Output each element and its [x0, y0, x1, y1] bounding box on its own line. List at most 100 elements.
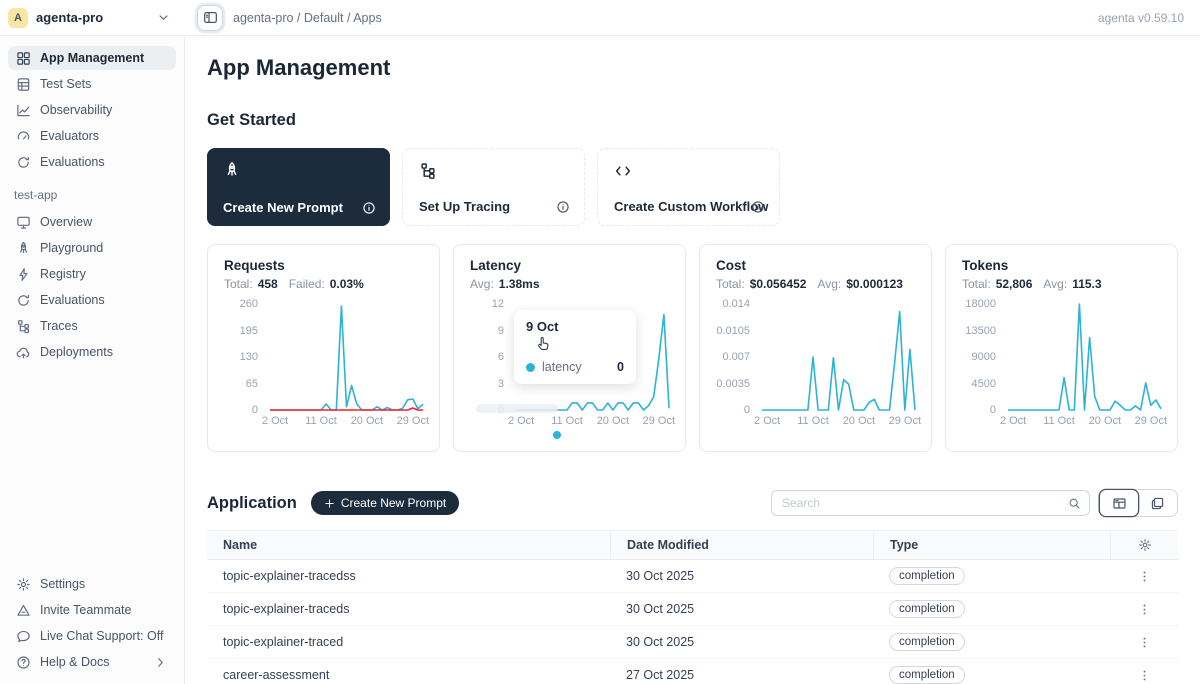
column-type: Type [873, 531, 1110, 559]
chart-stats: Total:458Failed:0.03% [224, 277, 423, 291]
y-tick: 0 [252, 404, 258, 416]
table-row[interactable]: topic-explainer-traceds 30 Oct 2025 comp… [207, 593, 1178, 626]
stat-value: 115.3 [1072, 277, 1101, 291]
sidebar-item-label: Invite Teammate [40, 603, 131, 617]
type-badge: completion [889, 633, 965, 651]
sidebar-item-settings[interactable]: Settings [8, 572, 176, 596]
y-tick: 9000 [972, 351, 996, 363]
set-up-tracing-card[interactable]: Set Up Tracing [402, 148, 585, 226]
sidebar-item-traces[interactable]: Traces [8, 314, 176, 338]
stat-label: Total: [962, 277, 991, 291]
table-row[interactable]: topic-explainer-traced 30 Oct 2025 compl… [207, 626, 1178, 659]
row-menu-button[interactable] [1132, 568, 1157, 585]
sidebar-item-evaluations[interactable]: Evaluations [8, 150, 176, 174]
sidebar-item-app-management[interactable]: App Management [8, 46, 176, 70]
create-new-prompt-card[interactable]: Create New Prompt [207, 148, 390, 226]
mouse-cursor-icon [536, 336, 552, 358]
column-settings[interactable] [1110, 531, 1178, 559]
table-row[interactable]: topic-explainer-tracedss 30 Oct 2025 com… [207, 560, 1178, 593]
y-tick: 9 [498, 325, 504, 337]
sidebar-item-overview[interactable]: Overview [8, 210, 176, 234]
x-axis: 2 Oct11 Oct20 Oct29 Oct [762, 415, 915, 431]
sidebar-item-evaluations[interactable]: Evaluations [8, 288, 176, 312]
gear-icon [16, 577, 31, 592]
chart-line-svg [1008, 304, 1161, 410]
sidebar-item-playground[interactable]: Playground [8, 236, 176, 260]
stat-label: Failed: [289, 277, 325, 291]
metrics-charts-row: Requests Total:458Failed:0.03% 260195130… [207, 244, 1178, 452]
tooltip-series-name: latency [542, 360, 582, 374]
sidebar-collapse-button[interactable] [197, 5, 223, 31]
get-started-cards: Create New Prompt Set Up Tracing Create … [207, 148, 1178, 226]
sidebar-item-label: Evaluators [40, 129, 99, 143]
create-new-prompt-button[interactable]: Create New Prompt [311, 491, 459, 515]
y-tick: 0.007 [722, 351, 750, 363]
stat-label: Avg: [1043, 277, 1067, 291]
type-badge: completion [889, 666, 965, 684]
applications-table: Name Date Modified Type topic-explainer-… [207, 530, 1178, 684]
sidebar-item-deployments[interactable]: Deployments [8, 340, 176, 364]
chevron-down-icon [156, 10, 171, 25]
search-input[interactable] [782, 496, 1068, 510]
search-box [771, 490, 1090, 516]
card-label: Set Up Tracing [419, 199, 510, 214]
sidebar-item-label: App Management [40, 51, 144, 65]
stat-label: Avg: [470, 277, 494, 291]
sidebar-item-live-chat-support-off[interactable]: Live Chat Support: Off [8, 624, 176, 648]
stat-value: 458 [258, 277, 278, 291]
info-icon[interactable] [751, 200, 765, 214]
row-menu-button[interactable] [1132, 601, 1157, 618]
gauge-icon [16, 129, 31, 144]
sidebar-item-label: Registry [40, 267, 86, 281]
table-view-button[interactable] [1100, 490, 1138, 516]
chart-body: 129630 2 Oct11 Oct20 Oct29 Oct 9 Oct lat… [470, 304, 669, 431]
chart-title: Latency [470, 258, 669, 273]
y-axis: 0.0140.01050.0070.00350 [716, 304, 752, 410]
table-row[interactable]: career-assessment 27 Oct 2025 completion [207, 659, 1178, 684]
observability-icon [16, 103, 31, 118]
sidebar-item-evaluators[interactable]: Evaluators [8, 124, 176, 148]
chart-body: 1800013500900045000 2 Oct11 Oct20 Oct29 … [962, 304, 1161, 431]
org-selector[interactable]: A agenta-pro [0, 8, 185, 28]
y-tick: 65 [246, 378, 258, 390]
chart-title: Requests [224, 258, 423, 273]
info-icon[interactable] [556, 200, 570, 214]
chart-title: Tokens [962, 258, 1161, 273]
y-tick: 130 [240, 351, 258, 363]
sidebar-item-label: Help & Docs [40, 655, 109, 669]
table-view-icon [1112, 496, 1127, 511]
application-header: Application Create New Prompt [207, 489, 1178, 517]
sidebar-item-label: Deployments [40, 345, 113, 359]
rocket-icon [223, 161, 241, 179]
sidebar-item-observability[interactable]: Observability [8, 98, 176, 122]
y-tick: 6 [498, 351, 504, 363]
rocket-icon [16, 241, 31, 256]
x-tick: 29 Oct [397, 415, 429, 427]
sidebar-item-registry[interactable]: Registry [8, 262, 176, 286]
card-view-button[interactable] [1138, 490, 1176, 516]
stat-label: Total: [716, 277, 745, 291]
help-icon [16, 655, 31, 670]
x-axis: 2 Oct11 Oct20 Oct29 Oct [516, 415, 669, 431]
date-modified: 30 Oct 2025 [610, 602, 873, 616]
x-axis: 2 Oct11 Oct20 Oct29 Oct [270, 415, 423, 431]
row-menu-button[interactable] [1132, 667, 1157, 684]
y-tick: 3 [498, 378, 504, 390]
sidebar-item-invite-teammate[interactable]: Invite Teammate [8, 598, 176, 622]
sidebar-item-help-docs[interactable]: Help & Docs [8, 650, 176, 674]
create-custom-workflow-card[interactable]: Create Custom Workflow [597, 148, 780, 226]
sidebar-group-label: test-app [14, 188, 176, 202]
x-tick: 29 Oct [643, 415, 675, 427]
x-tick: 2 Oct [754, 415, 780, 427]
metric-card-latency: Latency Avg:1.38ms 129630 2 Oct11 Oct20 … [453, 244, 686, 452]
sidebar-item-label: Evaluations [40, 293, 105, 307]
info-icon[interactable] [362, 201, 376, 215]
chart-plot: 2 Oct11 Oct20 Oct29 Oct [1008, 304, 1161, 431]
sidebar-item-label: Settings [40, 577, 85, 591]
card-label: Create New Prompt [223, 200, 343, 215]
stat-label: Total: [224, 277, 253, 291]
sidebar-item-test-sets[interactable]: Test Sets [8, 72, 176, 96]
row-menu-button[interactable] [1132, 634, 1157, 651]
chart-plot: 2 Oct11 Oct20 Oct29 Oct [270, 304, 423, 431]
y-tick: 260 [240, 298, 258, 310]
